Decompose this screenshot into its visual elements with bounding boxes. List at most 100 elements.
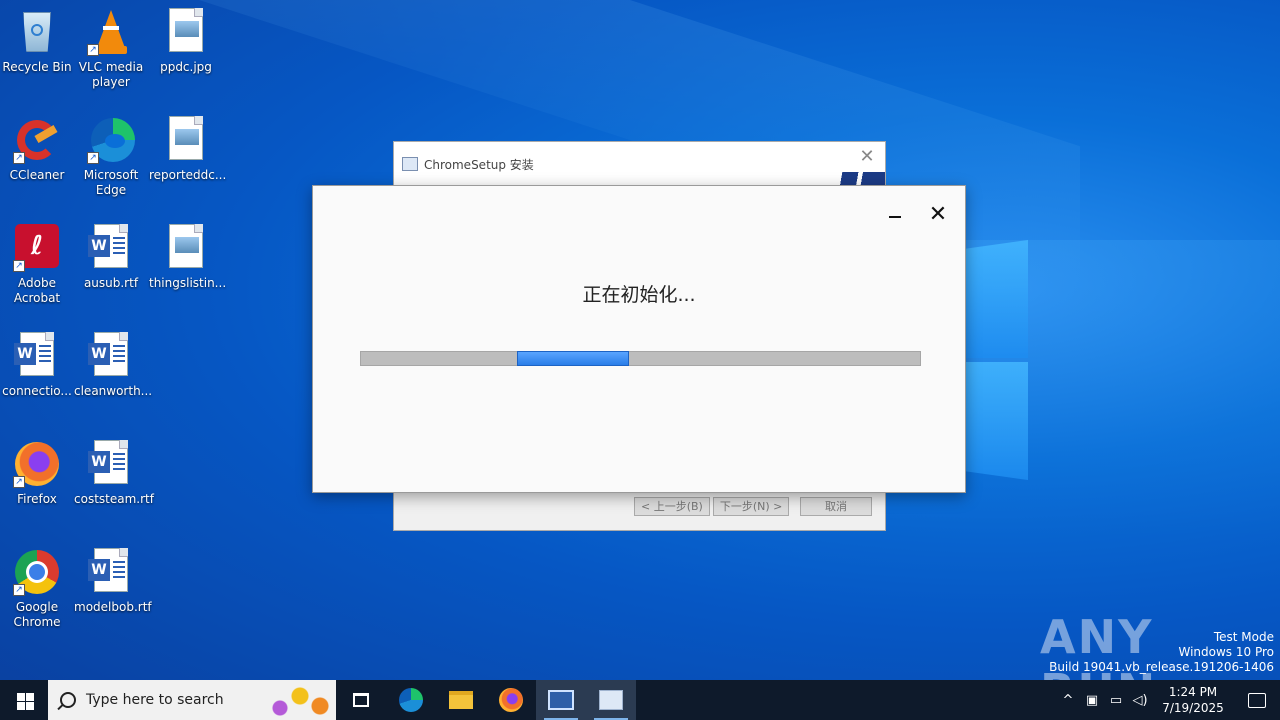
taskbar: Type here to search ^ ▣ ▭ ◁) 1:24 PM 7/1… bbox=[0, 680, 1280, 720]
desktop-icon-modelbob[interactable]: W modelbob.rtf bbox=[74, 548, 152, 615]
wizard-button-row: < 上一步(B) 下一步(N) > 取消 bbox=[634, 497, 872, 516]
test-mode-text: Test Mode bbox=[1213, 630, 1274, 644]
word-doc-icon: W bbox=[87, 548, 135, 596]
image-file-icon bbox=[162, 8, 210, 56]
show-hidden-icons-button[interactable]: ^ bbox=[1056, 693, 1080, 708]
shortcut-arrow-icon: ↗ bbox=[13, 152, 25, 164]
taskbar-file-explorer[interactable] bbox=[436, 680, 486, 720]
firefox-icon bbox=[499, 688, 523, 712]
word-doc-icon: W bbox=[87, 440, 135, 488]
initializing-dialog[interactable]: ✕ 正在初始化... bbox=[312, 185, 966, 493]
desktop-icon-cleanworth[interactable]: W cleanworth... bbox=[74, 332, 153, 399]
close-icon: ✕ bbox=[859, 146, 875, 167]
taskbar-firefox[interactable] bbox=[486, 680, 536, 720]
desktop-icon-acrobat[interactable]: ℓ ↗ Adobe Acrobat bbox=[0, 224, 74, 306]
shortcut-arrow-icon: ↗ bbox=[87, 44, 99, 56]
desktop-icon-label: ausub.rtf bbox=[83, 276, 139, 290]
desktop-icon-coststeam[interactable]: W coststeam.rtf bbox=[74, 440, 154, 507]
image-file-icon bbox=[162, 224, 210, 272]
image-file-icon bbox=[162, 116, 210, 164]
clock-time: 1:24 PM bbox=[1168, 685, 1218, 699]
volume-button[interactable]: ◁) bbox=[1128, 693, 1152, 708]
progress-bar bbox=[360, 351, 921, 366]
desktop-icon-label: Firefox bbox=[17, 492, 57, 506]
vlc-icon: ↗ bbox=[87, 8, 135, 56]
camera-icon: ▣ bbox=[1085, 692, 1099, 708]
desktop-icon-ppdc[interactable]: ppdc.jpg bbox=[149, 8, 223, 75]
desktop-icon-firefox[interactable]: ↗ Firefox bbox=[0, 440, 74, 507]
taskbar-chromesetup[interactable] bbox=[586, 680, 636, 720]
network-button[interactable]: ▭ bbox=[1104, 693, 1128, 708]
minimize-button[interactable] bbox=[885, 208, 905, 224]
desktop-icon-label: connectio... bbox=[2, 384, 72, 398]
window-titlebar[interactable]: ChromeSetup 安装 bbox=[394, 142, 885, 186]
desktop-icon-label: reporteddc... bbox=[149, 168, 227, 182]
shortcut-arrow-icon: ↗ bbox=[13, 476, 25, 488]
next-button[interactable]: 下一步(N) > bbox=[712, 497, 790, 516]
window-title: ChromeSetup 安装 bbox=[424, 157, 534, 172]
shortcut-arrow-icon: ↗ bbox=[13, 260, 25, 272]
cancel-button[interactable]: 取消 bbox=[800, 497, 872, 516]
word-doc-icon: W bbox=[87, 332, 135, 380]
action-center-button[interactable] bbox=[1234, 680, 1280, 720]
taskbar-clock[interactable]: 1:24 PM 7/19/2025 bbox=[1152, 684, 1234, 716]
desktop-icon-chrome[interactable]: ↗ Google Chrome bbox=[0, 548, 74, 630]
back-button[interactable]: < 上一步(B) bbox=[634, 497, 710, 516]
task-view-button[interactable] bbox=[336, 680, 386, 720]
start-button[interactable] bbox=[0, 680, 48, 720]
search-icon bbox=[60, 692, 76, 708]
desktop-icon-label: VLC media player bbox=[78, 60, 144, 89]
close-button[interactable]: ✕ bbox=[857, 147, 877, 167]
word-doc-icon: W bbox=[87, 224, 135, 272]
notification-icon bbox=[1248, 692, 1266, 708]
ccleaner-icon: ↗ bbox=[13, 116, 61, 164]
windows-logo-wallpaper bbox=[960, 240, 1030, 480]
shortcut-arrow-icon: ↗ bbox=[87, 152, 99, 164]
firefox-icon: ↗ bbox=[13, 440, 61, 488]
desktop-icon-ausub[interactable]: W ausub.rtf bbox=[74, 224, 148, 291]
chevron-up-icon: ^ bbox=[1062, 692, 1074, 708]
taskbar-edge[interactable] bbox=[386, 680, 436, 720]
edge-icon: ↗ bbox=[87, 116, 135, 164]
desktop-icon-label: thingslistin... bbox=[149, 276, 227, 290]
task-view-icon bbox=[353, 693, 369, 707]
installer-icon bbox=[548, 690, 574, 710]
chrome-icon: ↗ bbox=[13, 548, 61, 596]
desktop-icon-label: coststeam.rtf bbox=[74, 492, 154, 506]
acrobat-icon: ℓ ↗ bbox=[13, 224, 61, 272]
desktop-icon-ccleaner[interactable]: ↗ CCleaner bbox=[0, 116, 74, 183]
desktop-icon-label: CCleaner bbox=[9, 168, 65, 182]
desktop-icon-connectio[interactable]: W connectio... bbox=[0, 332, 74, 399]
desktop-icon-label: Adobe Acrobat bbox=[13, 276, 61, 305]
desktop-icon-vlc[interactable]: ↗ VLC media player bbox=[74, 8, 148, 90]
search-placeholder: Type here to search bbox=[86, 692, 224, 708]
taskbar-search-box[interactable]: Type here to search bbox=[48, 680, 336, 720]
desktop-icon-thingslistin[interactable]: thingslistin... bbox=[149, 224, 227, 291]
desktop-icon-reporteddc[interactable]: reporteddc... bbox=[149, 116, 227, 183]
setup-app-icon bbox=[599, 690, 623, 710]
taskbar-setup-app[interactable] bbox=[536, 680, 586, 720]
desktop-icon-label: Microsoft Edge bbox=[83, 168, 139, 197]
desktop-icon-label: ppdc.jpg bbox=[160, 60, 212, 74]
progress-marquee bbox=[517, 351, 629, 366]
system-watermark: Test Mode Windows 10 Pro Build 19041.vb_… bbox=[1049, 630, 1274, 675]
search-highlight-art bbox=[256, 680, 336, 720]
windows-edition-text: Windows 10 Pro bbox=[1178, 645, 1274, 659]
desktop-icon-edge[interactable]: ↗ Microsoft Edge bbox=[74, 116, 148, 198]
desktop-icon-label: Recycle Bin bbox=[2, 60, 72, 74]
system-tray: ^ ▣ ▭ ◁) 1:24 PM 7/19/2025 bbox=[1056, 680, 1280, 720]
word-doc-icon: W bbox=[13, 332, 61, 380]
desktop-icon-label: cleanworth... bbox=[74, 384, 153, 398]
recycle-bin-icon bbox=[13, 8, 61, 56]
close-button[interactable]: ✕ bbox=[927, 204, 949, 226]
close-icon: ✕ bbox=[928, 202, 948, 227]
build-text: Build 19041.vb_release.191206-1406 bbox=[1049, 660, 1274, 674]
shortcut-arrow-icon: ↗ bbox=[13, 584, 25, 596]
desktop-icon-recycle-bin[interactable]: Recycle Bin bbox=[0, 8, 74, 75]
installer-banner-logo bbox=[823, 172, 885, 186]
status-message: 正在初始化... bbox=[582, 284, 696, 306]
speaker-icon: ◁) bbox=[1132, 692, 1148, 708]
clock-date: 7/19/2025 bbox=[1162, 701, 1224, 715]
desktop-icon-label: modelbob.rtf bbox=[74, 600, 152, 614]
tray-app-icon[interactable]: ▣ bbox=[1080, 693, 1104, 708]
